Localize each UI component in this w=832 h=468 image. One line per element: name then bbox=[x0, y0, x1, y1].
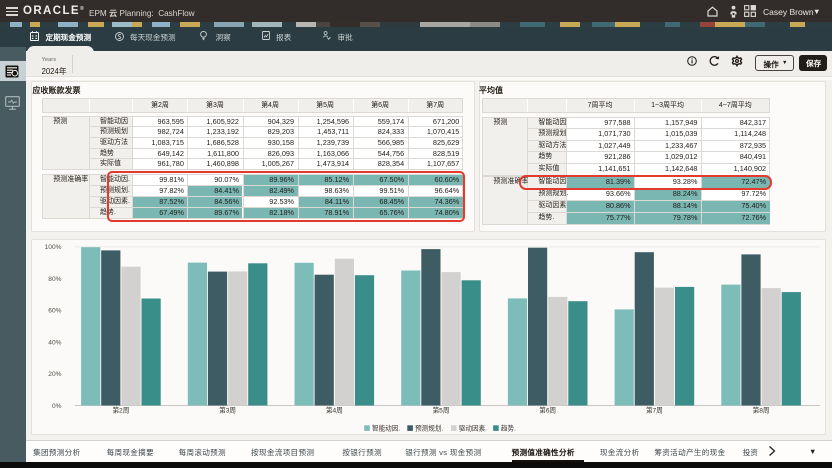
svg-text:驱动因素.: 驱动因素. bbox=[459, 423, 487, 432]
svg-text:第3周: 第3周 bbox=[219, 405, 236, 414]
svg-text:100%: 100% bbox=[45, 244, 62, 251]
svg-text:第7周: 第7周 bbox=[646, 405, 663, 414]
svg-text:40%: 40% bbox=[48, 339, 61, 346]
svg-text:20%: 20% bbox=[48, 371, 61, 378]
svg-text:预测规划.: 预测规划. bbox=[415, 423, 443, 432]
svg-text:第5周: 第5周 bbox=[433, 405, 450, 414]
svg-text:80%: 80% bbox=[48, 275, 61, 282]
svg-text:第8周: 第8周 bbox=[753, 405, 770, 414]
svg-text:第2周: 第2周 bbox=[112, 405, 129, 414]
svg-text:第4周: 第4周 bbox=[326, 405, 343, 414]
svg-text:0%: 0% bbox=[52, 402, 62, 409]
svg-text:第6周: 第6周 bbox=[539, 405, 556, 414]
svg-text:趋势.: 趋势. bbox=[501, 423, 516, 432]
svg-text:智能动因.: 智能动因. bbox=[372, 423, 400, 432]
svg-text:60%: 60% bbox=[48, 307, 61, 314]
